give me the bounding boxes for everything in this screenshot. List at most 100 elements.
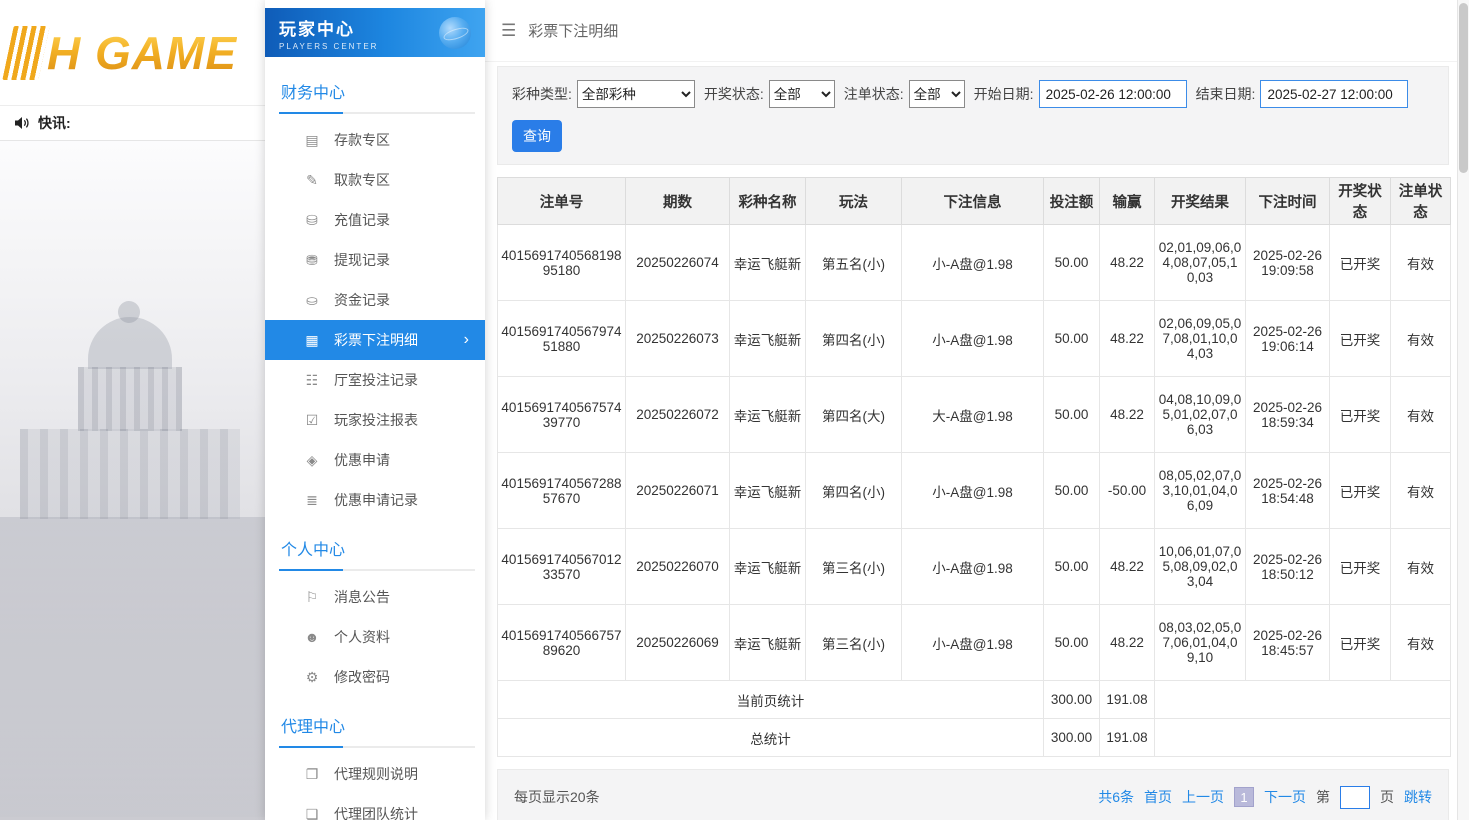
topbar: ☰ 彩票下注明细 [485, 0, 1457, 62]
cell-order-status: 有效 [1391, 453, 1451, 529]
order-status-label: 注单状态: [844, 84, 904, 104]
cell-order-status: 有效 [1391, 225, 1451, 301]
lottery-type-select[interactable]: 全部彩种 [577, 80, 695, 108]
table-row: 40156917405670123357020250226070幸运飞艇新第三名… [498, 529, 1451, 605]
cell-order-id: 401569174056819895180 [498, 225, 626, 301]
document-icon: ❐ [303, 766, 321, 783]
cell-order-status: 有效 [1391, 377, 1451, 453]
summary-row: 当前页统计300.00191.08 [498, 681, 1451, 719]
search-button[interactable]: 查询 [512, 120, 562, 152]
cell-draw-status: 已开奖 [1330, 301, 1391, 377]
col-bet-time: 下注时间 [1246, 178, 1330, 225]
cell-bet-info: 小-A盘@1.98 [902, 225, 1044, 301]
cell-bet-time: 2025-02-26 18:50:12 [1246, 529, 1330, 605]
team-stats-icon: ❏ [303, 806, 321, 820]
sidebar-item-hall-bet-records[interactable]: ☷厅室投注记录 [265, 360, 485, 400]
cell-lottery: 幸运飞艇新 [730, 529, 806, 605]
hall-bet-icon: ☷ [303, 372, 321, 389]
summary-empty [1155, 719, 1451, 757]
cell-bet-info: 小-A盘@1.98 [902, 301, 1044, 377]
summary-win-loss-total: 191.08 [1100, 681, 1155, 719]
cell-bet-amount: 50.00 [1044, 225, 1100, 301]
summary-win-loss-total: 191.08 [1100, 719, 1155, 757]
next-page-link[interactable]: 下一页 [1264, 787, 1306, 807]
sidebar-item-deposit[interactable]: ▤存款专区 [265, 120, 485, 160]
summary-empty [1155, 681, 1451, 719]
sidebar-item-agent-rules[interactable]: ❐代理规则说明 [265, 754, 485, 794]
cell-bet-time: 2025-02-26 19:09:58 [1246, 225, 1330, 301]
sidebar-item-promo-apply-records[interactable]: ≣优惠申请记录 [265, 480, 485, 520]
sidebar-item-fund-records[interactable]: ⛀ 资金记录 [265, 280, 485, 320]
col-draw-status: 开奖状态 [1330, 178, 1391, 225]
sidebar-item-change-password[interactable]: ⚙修改密码 [265, 657, 485, 697]
current-page-indicator: 1 [1234, 787, 1254, 807]
sidebar-item-profile[interactable]: ☻个人资料 [265, 617, 485, 657]
gear-icon: ⚙ [303, 669, 321, 686]
sidebar-item-label: 消息公告 [334, 587, 390, 607]
cell-result: 08,05,02,07,03,10,01,04,06,09 [1155, 453, 1246, 529]
col-period: 期数 [626, 178, 730, 225]
cell-order-status: 有效 [1391, 529, 1451, 605]
bets-table: 注单号 期数 彩种名称 玩法 下注信息 投注额 输赢 开奖结果 下注时间 开奖状… [497, 177, 1451, 757]
news-ticker-bar: 快讯: [0, 105, 265, 141]
sidebar-item-withdraw-records[interactable]: ⛃提现记录 [265, 240, 485, 280]
news-label: 快讯: [38, 113, 71, 133]
fund-record-icon: ⛀ [303, 292, 321, 309]
promo-record-icon: ≣ [303, 492, 321, 509]
cell-bet-info: 小-A盘@1.98 [902, 605, 1044, 681]
page-jump-input[interactable] [1340, 786, 1370, 809]
sidebar-item-lottery-bet-details[interactable]: ▦彩票下注明细› [265, 320, 485, 360]
sidebar-item-withdraw[interactable]: ✎取款专区 [265, 160, 485, 200]
cell-play: 第四名(大) [806, 377, 902, 453]
table-row: 40156917405675743977020250226072幸运飞艇新第四名… [498, 377, 1451, 453]
start-date-input[interactable] [1039, 80, 1187, 108]
col-order-status: 注单状态 [1391, 178, 1451, 225]
site-background: H GAME 快讯: [0, 0, 265, 820]
end-date-input[interactable] [1260, 80, 1408, 108]
cell-order-id: 401569174056757439770 [498, 377, 626, 453]
cell-result: 10,06,01,07,05,08,09,02,03,04 [1155, 529, 1246, 605]
first-page-link[interactable]: 首页 [1144, 787, 1172, 807]
page-size-text: 每页显示20条 [514, 787, 600, 807]
sidebar-item-label: 资金记录 [334, 290, 390, 310]
sidebar-item-label: 玩家投注报表 [334, 410, 418, 430]
sidebar-item-messages[interactable]: ⚐消息公告 [265, 577, 485, 617]
table-row: 40156917405679745188020250226073幸运飞艇新第四名… [498, 301, 1451, 377]
cell-draw-status: 已开奖 [1330, 529, 1391, 605]
sidebar-item-recharge-records[interactable]: ⛁充值记录 [265, 200, 485, 240]
cell-bet-time: 2025-02-26 18:45:57 [1246, 605, 1330, 681]
sidebar: 玩家中心 PLAYERS CENTER 财务中心▤存款专区✎取款专区⛁充值记录⛃… [265, 0, 485, 820]
sidebar-item-player-bet-report[interactable]: ☑玩家投注报表 [265, 400, 485, 440]
sidebar-section-title: 代理中心 [279, 705, 475, 748]
page-title: 彩票下注明细 [528, 20, 618, 41]
menu-toggle-icon[interactable]: ☰ [501, 21, 516, 41]
page-scrollbar[interactable] [1457, 0, 1469, 820]
col-play: 玩法 [806, 178, 902, 225]
main-area: ☰ 彩票下注明细 彩种类型: 全部彩种 开奖状态: 全部 注单状态 [485, 0, 1457, 820]
draw-status-label: 开奖状态: [704, 84, 764, 104]
sidebar-item-promo-apply[interactable]: ◈优惠申请 [265, 440, 485, 480]
cell-play: 第四名(小) [806, 301, 902, 377]
scrollbar-thumb[interactable] [1459, 3, 1468, 173]
order-status-select[interactable]: 全部 [909, 80, 965, 108]
cell-lottery: 幸运飞艇新 [730, 301, 806, 377]
col-order-id: 注单号 [498, 178, 626, 225]
sidebar-item-agent-team-stats[interactable]: ❏代理团队统计 [265, 794, 485, 820]
cell-period: 20250226069 [626, 605, 730, 681]
cell-win-loss: 48.22 [1100, 225, 1155, 301]
pagination-bar: 每页显示20条 共6条 首页 上一页 1 下一页 第 页 跳转 [497, 769, 1449, 820]
draw-status-select[interactable]: 全部 [769, 80, 835, 108]
withdraw-record-icon: ⛃ [303, 252, 321, 269]
cell-win-loss: 48.22 [1100, 529, 1155, 605]
withdraw-pen-icon: ✎ [303, 172, 321, 189]
prev-page-link[interactable]: 上一页 [1182, 787, 1224, 807]
total-count-text: 共6条 [1098, 787, 1134, 807]
cell-bet-amount: 50.00 [1044, 377, 1100, 453]
jump-label-prefix: 第 [1316, 787, 1330, 807]
jump-button[interactable]: 跳转 [1404, 787, 1432, 807]
cell-period: 20250226071 [626, 453, 730, 529]
cell-period: 20250226074 [626, 225, 730, 301]
sidebar-header: 玩家中心 PLAYERS CENTER [265, 8, 485, 57]
col-win-loss: 输赢 [1100, 178, 1155, 225]
summary-label: 当前页统计 [498, 681, 1044, 719]
